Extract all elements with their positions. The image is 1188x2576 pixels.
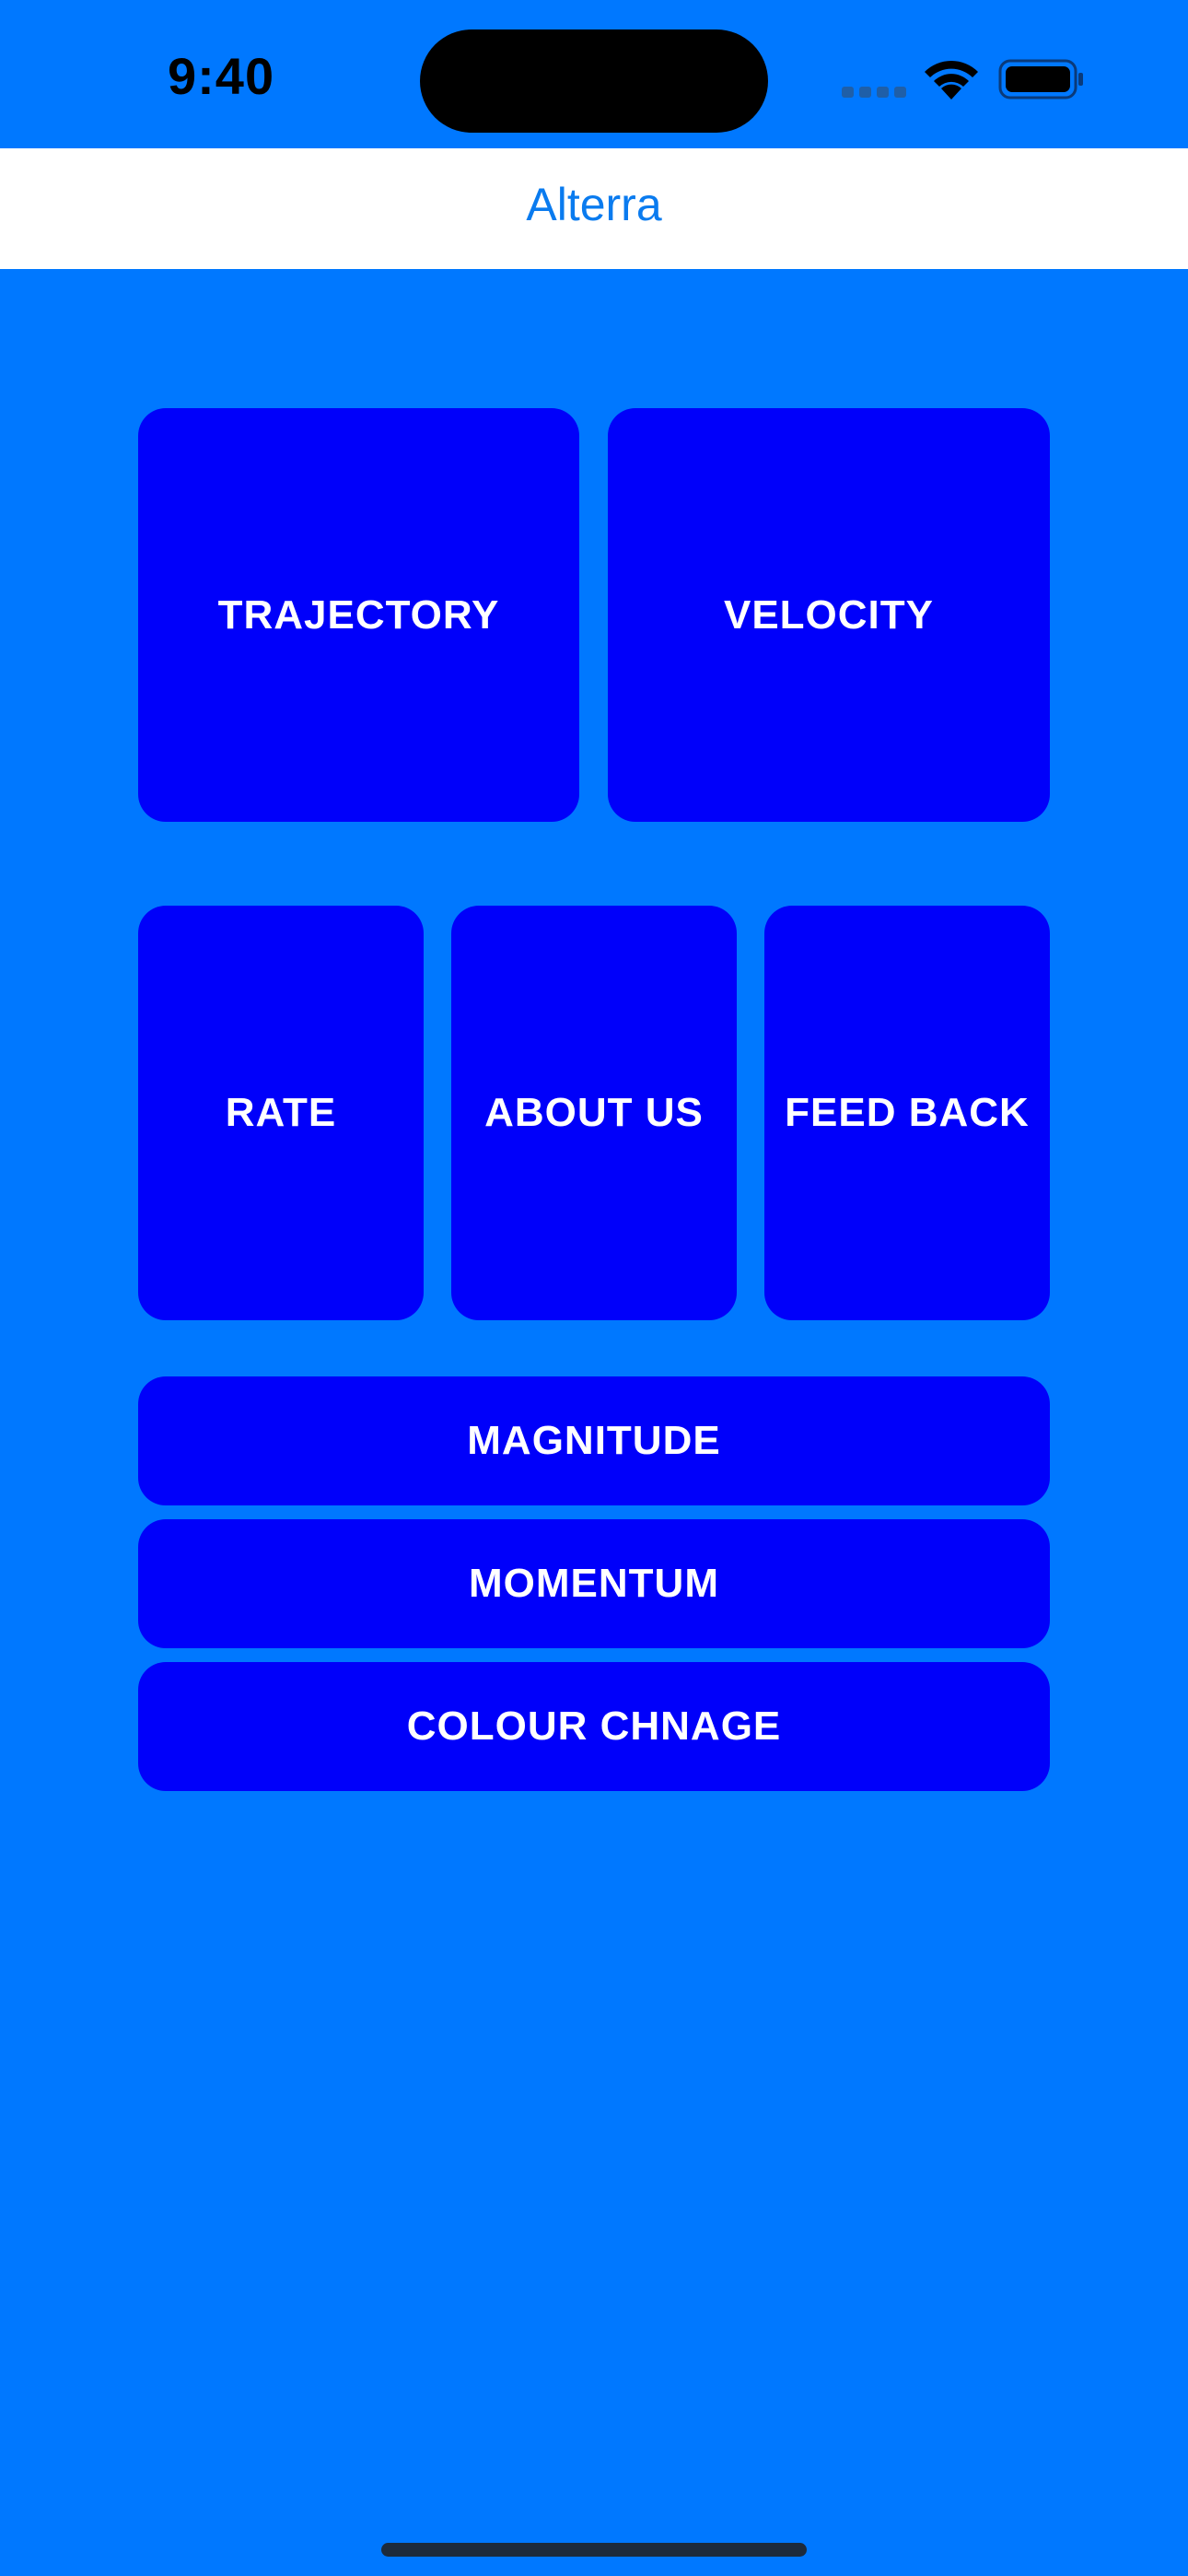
app-screen: 9:40 Alterra TRAJECTORY VELOCITY RATE AB… bbox=[0, 0, 1188, 2576]
feed-back-button[interactable]: FEED BACK bbox=[764, 906, 1050, 1320]
momentum-button[interactable]: MOMENTUM bbox=[138, 1519, 1050, 1648]
colour-change-button-label: COLOUR CHNAGE bbox=[406, 1704, 782, 1749]
velocity-button[interactable]: VELOCITY bbox=[608, 408, 1050, 822]
magnitude-button-label: MAGNITUDE bbox=[467, 1418, 721, 1463]
rate-button-label: RATE bbox=[225, 1090, 337, 1135]
status-bar: 9:40 bbox=[0, 0, 1188, 148]
feed-back-button-label: FEED BACK bbox=[785, 1090, 1030, 1135]
about-us-button[interactable]: ABOUT US bbox=[451, 906, 737, 1320]
status-time: 9:40 bbox=[168, 47, 275, 105]
dynamic-island bbox=[420, 29, 768, 133]
velocity-button-label: VELOCITY bbox=[723, 591, 935, 638]
cellular-signal-icon bbox=[842, 87, 906, 98]
trajectory-button-label: TRAJECTORY bbox=[217, 591, 500, 638]
navigation-bar: Alterra bbox=[0, 148, 1188, 269]
wifi-icon bbox=[921, 57, 982, 101]
rate-button[interactable]: RATE bbox=[138, 906, 424, 1320]
colour-change-button[interactable]: COLOUR CHNAGE bbox=[138, 1662, 1050, 1791]
trajectory-button[interactable]: TRAJECTORY bbox=[138, 408, 579, 822]
magnitude-button[interactable]: MAGNITUDE bbox=[138, 1376, 1050, 1505]
momentum-button-label: MOMENTUM bbox=[469, 1561, 719, 1606]
battery-icon bbox=[998, 59, 1085, 100]
home-indicator[interactable] bbox=[381, 2543, 807, 2557]
about-us-button-label: ABOUT US bbox=[484, 1090, 704, 1135]
nav-title: Alterra bbox=[526, 179, 662, 230]
